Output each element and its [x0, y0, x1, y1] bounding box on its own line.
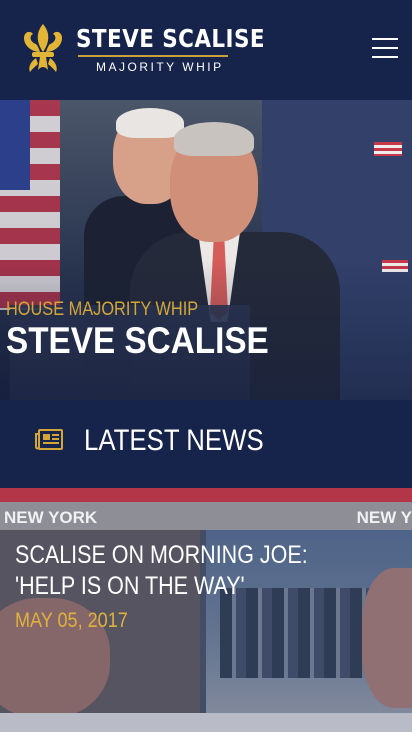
- news-title[interactable]: SCALISE ON MORNING JOE: 'HELP IS ON THE …: [15, 540, 350, 602]
- site-header: STEVE SCALISE MAJORITY WHIP: [0, 0, 412, 100]
- brand-divider: [78, 55, 228, 57]
- brand-subtitle: MAJORITY WHIP: [96, 60, 224, 74]
- site-logo[interactable]: STEVE SCALISE MAJORITY WHIP: [18, 20, 265, 80]
- news-card[interactable]: NEW YORK NEW Y SCALISE ON MORNING JOE: '…: [0, 488, 412, 713]
- card-accent-strip: [0, 488, 412, 502]
- small-flag: [374, 142, 402, 156]
- hero-kicker: HOUSE MAJORITY WHIP: [6, 299, 199, 320]
- latest-news-section-header: LATEST NEWS: [0, 400, 412, 488]
- newspaper-icon: [35, 429, 63, 450]
- speaker-hair: [174, 122, 254, 156]
- next-news-card-peek[interactable]: [0, 713, 412, 732]
- hero-title: STEVE SCALISE: [6, 320, 269, 361]
- background-person-hair: [116, 108, 184, 138]
- news-date: MAY 05, 2017: [15, 609, 128, 632]
- fleur-de-lis-icon: [24, 24, 62, 72]
- hamburger-menu-icon[interactable]: [372, 38, 398, 62]
- flag-canton: [0, 100, 30, 190]
- brand-name: STEVE SCALISE: [76, 24, 266, 53]
- hero-banner: HOUSE MAJORITY WHIP STEVE SCALISE: [0, 100, 412, 400]
- latest-news-heading: LATEST NEWS: [84, 424, 264, 457]
